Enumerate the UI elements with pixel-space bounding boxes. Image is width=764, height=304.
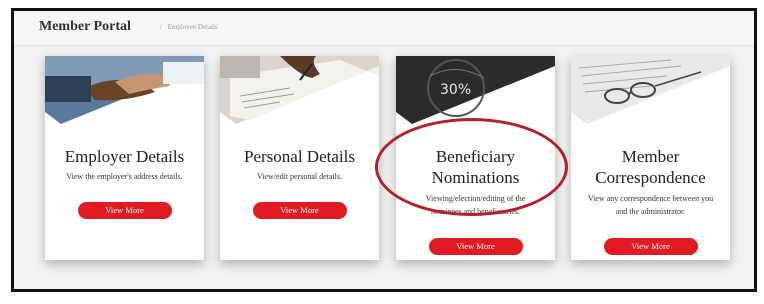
card-beneficiary-nominations: 30% Beneficiary Nominations Viewing/elec… xyxy=(396,56,555,260)
card-personal-details: Personal Details View/edit personal deta… xyxy=(220,56,379,260)
portal-title: Member Portal xyxy=(39,19,131,34)
dial-percentage-text: 30% xyxy=(440,82,471,98)
card-employer-details: Employer Details View the employer's add… xyxy=(45,56,204,260)
card-title: Personal Details xyxy=(244,147,355,166)
view-more-button[interactable]: View More xyxy=(252,202,347,219)
breadcrumb: / Employee Details xyxy=(160,23,218,31)
card-title: Employer Details xyxy=(64,147,185,166)
view-more-button[interactable]: View More xyxy=(77,202,172,219)
card-title-line2: Nominations xyxy=(431,168,520,187)
handshake-image xyxy=(45,56,204,124)
view-more-button[interactable]: View More xyxy=(603,238,698,255)
card-description: View the employer's address details. xyxy=(66,172,183,181)
breadcrumb-current[interactable]: Employee Details xyxy=(168,23,218,31)
signing-document-image xyxy=(220,56,379,124)
header-bar: Member Portal / Employee Details xyxy=(14,11,754,46)
card-description-line2: nominees and beneficiaries. xyxy=(430,207,521,216)
view-more-button[interactable]: View More xyxy=(428,238,523,255)
card-description: View/edit personal details. xyxy=(256,172,343,181)
breadcrumb-separator: / xyxy=(160,23,162,31)
card-title: Member xyxy=(621,147,680,166)
card-title: Beneficiary xyxy=(435,147,516,166)
card-description: View any correspondence between you xyxy=(587,194,714,203)
card-title-line2: Correspondence xyxy=(595,168,706,187)
percentage-dial-image: 30% xyxy=(396,56,555,124)
card-description: Viewing/election/editing of the xyxy=(425,194,526,203)
card-description-line2: and the administrator. xyxy=(615,207,686,216)
document-with-glasses-image xyxy=(571,56,730,124)
card-member-correspondence: Member Correspondence View any correspon… xyxy=(571,56,730,260)
